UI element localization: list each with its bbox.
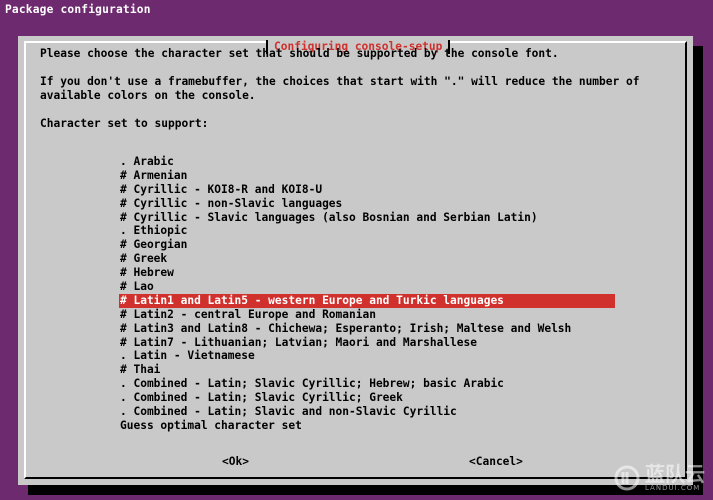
list-item-latin7[interactable]: # Latin7 - Lithuanian; Latvian; Maori an…	[119, 336, 615, 350]
list-item-hebrew[interactable]: # Hebrew	[119, 266, 615, 280]
info-text-line2: available colors on the console.	[40, 89, 256, 102]
list-item-cyrillic-koi8[interactable]: # Cyrillic - KOI8-R and KOI8-U	[119, 183, 615, 197]
list-item-armenian[interactable]: # Armenian	[119, 169, 615, 183]
dialog-frame: Configuring console-setup Please choose …	[24, 40, 687, 479]
landui-logo-icon	[614, 465, 640, 491]
list-item-cyrillic-slavic[interactable]: # Cyrillic - Slavic languages (also Bosn…	[119, 211, 615, 225]
watermark-text: 蓝队云	[645, 462, 705, 486]
list-item-georgian[interactable]: # Georgian	[119, 238, 615, 252]
prompt-text: Please choose the character set that sho…	[40, 47, 559, 60]
list-item-combined-hebrew-arabic[interactable]: . Combined - Latin; Slavic Cyrillic; Heb…	[119, 377, 615, 391]
list-item-latin1-latin5-selected[interactable]: # Latin1 and Latin5 - western Europe and…	[119, 293, 615, 308]
list-item-combined-greek[interactable]: . Combined - Latin; Slavic Cyrillic; Gre…	[119, 391, 615, 405]
list-item-latin3-latin8[interactable]: # Latin3 and Latin8 - Chichewa; Esperant…	[119, 322, 615, 336]
list-item-ethiopic[interactable]: . Ethiopic	[119, 224, 615, 238]
list-item-cyrillic-non-slavic[interactable]: # Cyrillic - non-Slavic languages	[119, 197, 615, 211]
list-item-combined-cyrillic[interactable]: . Combined - Latin; Slavic and non-Slavi…	[119, 405, 615, 419]
watermark: 蓝队云 LANDUI.COM	[613, 464, 705, 492]
list-item-latin2[interactable]: # Latin2 - central Europe and Romanian	[119, 308, 615, 322]
info-text-line1: If you don't use a framebuffer, the choi…	[40, 75, 640, 88]
list-item-greek[interactable]: # Greek	[119, 252, 615, 266]
list-item-arabic[interactable]: . Arabic	[119, 155, 615, 169]
list-label: Character set to support:	[40, 117, 209, 130]
ok-button[interactable]: <Ok>	[222, 455, 249, 469]
list-item-guess-optimal[interactable]: Guess optimal character set	[119, 419, 615, 433]
charset-list[interactable]: . Arabic # Armenian # Cyrillic - KOI8-R …	[26, 155, 685, 433]
list-item-latin-vietnamese[interactable]: . Latin - Vietnamese	[119, 349, 615, 363]
cancel-button[interactable]: <Cancel>	[469, 455, 523, 469]
window-title: Package configuration	[5, 3, 151, 16]
list-item-lao[interactable]: # Lao	[119, 280, 615, 294]
list-item-thai[interactable]: # Thai	[119, 363, 615, 377]
watermark-subtext: LANDUI.COM	[645, 484, 701, 492]
console-setup-dialog: Configuring console-setup Please choose …	[18, 36, 693, 485]
